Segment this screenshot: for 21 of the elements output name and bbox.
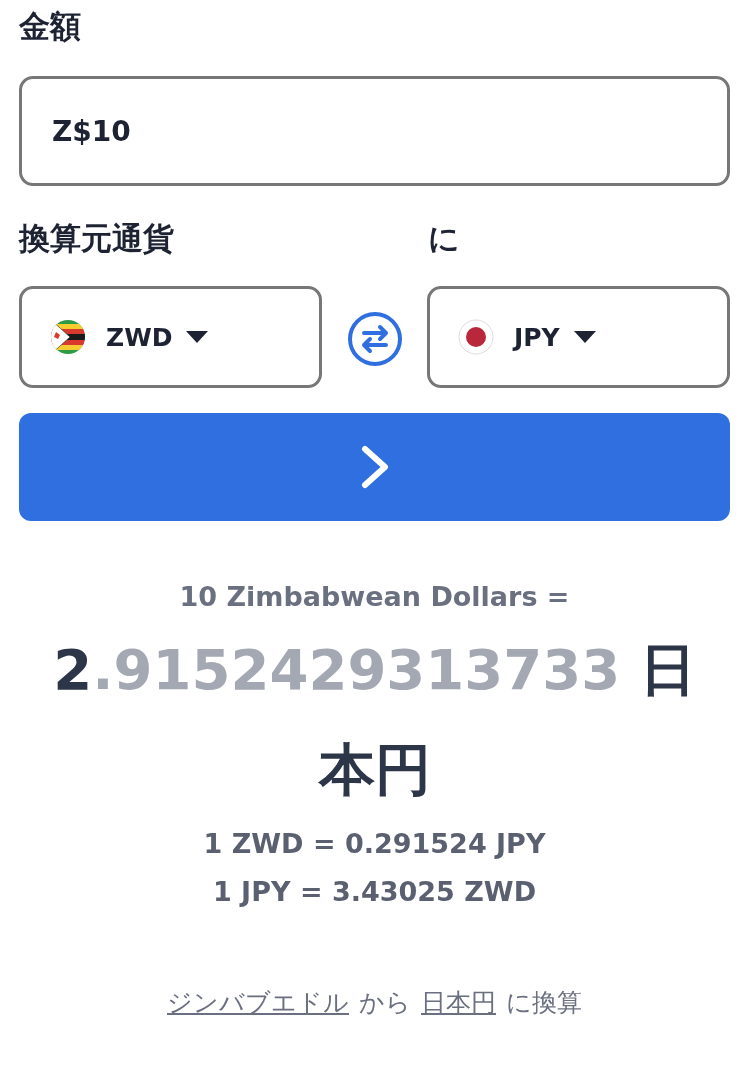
caret-icon <box>186 331 209 343</box>
from-label: 換算元通貨 <box>19 219 174 258</box>
flag-icon <box>458 319 494 355</box>
exchange-rate: 1 JPY = 3.43025 ZWD <box>211 875 538 909</box>
to-label: に <box>428 219 461 258</box>
currency-select[interactable]: JPY <box>427 286 730 388</box>
amount-label: 金額 <box>19 7 81 46</box>
currency-link[interactable]: 日本円 <box>421 986 496 1019</box>
currency-link[interactable]: ジンバブエドル <box>167 986 349 1019</box>
amount-field[interactable]: Z$10 <box>19 76 730 186</box>
exchange-rate: 1 ZWD = 0.291524 JPY <box>202 827 547 861</box>
caret-icon <box>573 331 596 343</box>
flag-icon <box>50 319 86 355</box>
chevron-right-icon <box>359 445 390 489</box>
currency-code: ZWD <box>106 322 173 352</box>
conversion-text: に換算 <box>506 987 582 1019</box>
conversion-result: 2.9152429313733 日本円 <box>52 636 697 804</box>
swap-icon[interactable] <box>347 311 403 367</box>
currency-code: JPY <box>514 322 560 352</box>
conversion-text: から <box>359 987 411 1019</box>
amount-summary: 10 Zimbabwean Dollars = <box>178 581 571 612</box>
